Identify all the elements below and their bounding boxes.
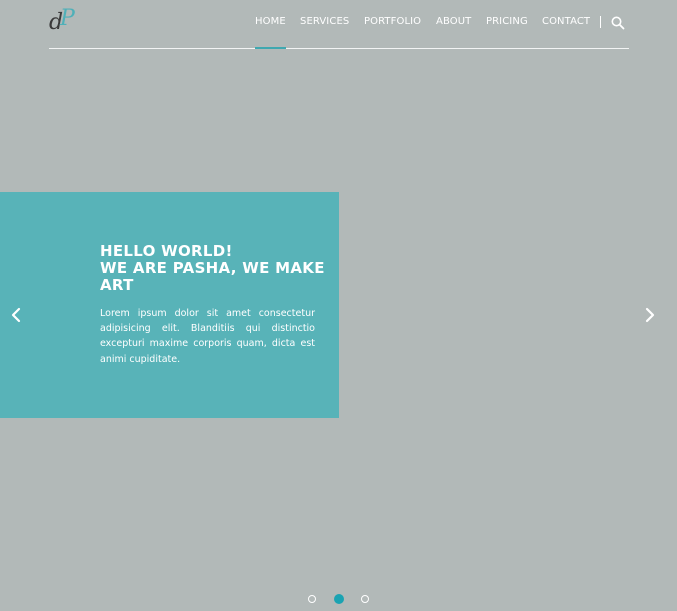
slide-title-line-1: HELLO WORLD! bbox=[100, 242, 233, 260]
nav-item-contact[interactable]: CONTACT bbox=[542, 16, 590, 28]
carousel-dot-2[interactable] bbox=[334, 594, 344, 604]
chevron-left-icon[interactable] bbox=[9, 306, 25, 324]
carousel-indicators bbox=[0, 594, 677, 607]
carousel-dot-1[interactable] bbox=[308, 595, 316, 603]
nav-item-services[interactable]: SERVICES bbox=[300, 16, 349, 28]
carousel-dot-3[interactable] bbox=[361, 595, 369, 603]
chevron-right-icon[interactable] bbox=[642, 306, 658, 324]
nav-item-pricing[interactable]: PRICING bbox=[486, 16, 528, 28]
nav-item-about[interactable]: ABOUT bbox=[436, 16, 471, 28]
slide-title: HELLO WORLD! WE ARE PASHA, WE MAKE ART bbox=[100, 243, 330, 294]
slide-body-text: Lorem ipsum dolor sit amet consectetur a… bbox=[100, 308, 315, 365]
active-nav-indicator bbox=[255, 47, 286, 49]
main-nav: HOME SERVICES PORTFOLIO ABOUT PRICING CO… bbox=[0, 16, 677, 30]
nav-divider bbox=[600, 16, 601, 28]
slide-title-line-3: ART bbox=[100, 276, 134, 294]
slide-title-line-2: WE ARE PASHA, WE MAKE bbox=[100, 259, 325, 277]
search-icon[interactable] bbox=[611, 16, 625, 30]
slide-caption-box bbox=[0, 192, 339, 418]
nav-item-home[interactable]: HOME bbox=[255, 16, 286, 28]
header-divider bbox=[49, 48, 629, 49]
nav-item-portfolio[interactable]: PORTFOLIO bbox=[364, 16, 421, 28]
